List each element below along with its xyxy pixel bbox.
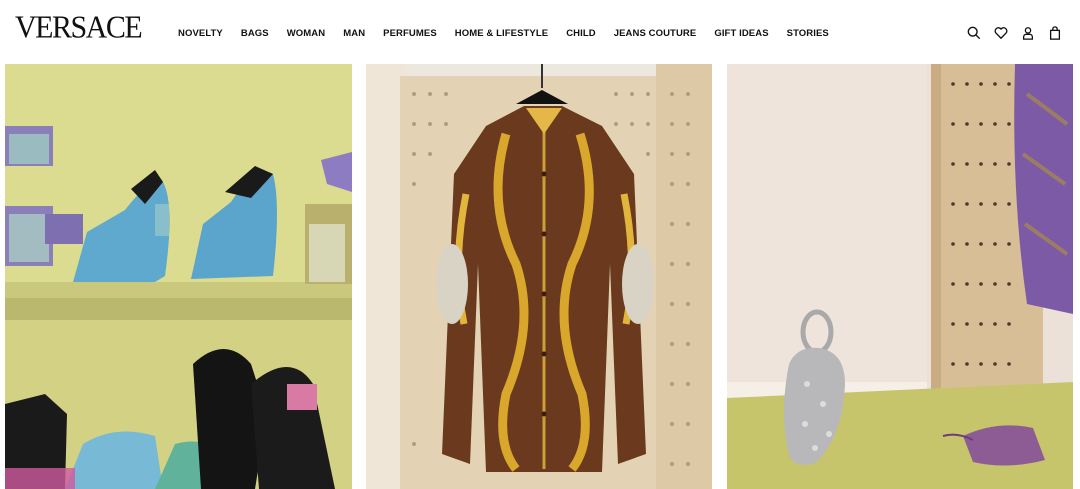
site-header: VERSACE NOVELTY BAGS WOMAN MAN PERFUMES …: [0, 0, 1080, 64]
nav-item-jeans-couture[interactable]: JEANS COUTURE: [614, 28, 697, 39]
nav-item-stories[interactable]: STORIES: [787, 28, 829, 39]
nav-item-perfumes[interactable]: PERFUMES: [383, 28, 437, 39]
nav-item-gift-ideas[interactable]: GIFT IDEAS: [714, 28, 768, 39]
tile-crystal-bag[interactable]: [727, 64, 1073, 489]
baroque-shirt-image: [366, 64, 712, 489]
nav-item-man[interactable]: MAN: [343, 28, 365, 39]
main-nav: NOVELTY BAGS WOMAN MAN PERFUMES HOME & L…: [178, 28, 847, 39]
shoes-perfume-image: [5, 64, 352, 489]
shopping-bag-icon[interactable]: [1048, 26, 1062, 40]
nav-item-bags[interactable]: BAGS: [241, 28, 269, 39]
product-tiles: [0, 64, 1080, 489]
nav-item-home-lifestyle[interactable]: HOME & LIFESTYLE: [455, 28, 548, 39]
versace-logo[interactable]: VERSACE: [15, 10, 143, 46]
tile-baroque-shirt[interactable]: [366, 64, 712, 489]
crystal-bag-image: [727, 64, 1073, 489]
header-actions: [967, 26, 1062, 40]
nav-item-child[interactable]: CHILD: [566, 28, 596, 39]
tile-shoes-perfume[interactable]: [5, 64, 352, 489]
nav-item-woman[interactable]: WOMAN: [287, 28, 326, 39]
nav-item-novelty[interactable]: NOVELTY: [178, 28, 223, 39]
search-icon[interactable]: [967, 26, 981, 40]
heart-icon[interactable]: [994, 26, 1008, 40]
account-icon[interactable]: [1021, 26, 1035, 40]
